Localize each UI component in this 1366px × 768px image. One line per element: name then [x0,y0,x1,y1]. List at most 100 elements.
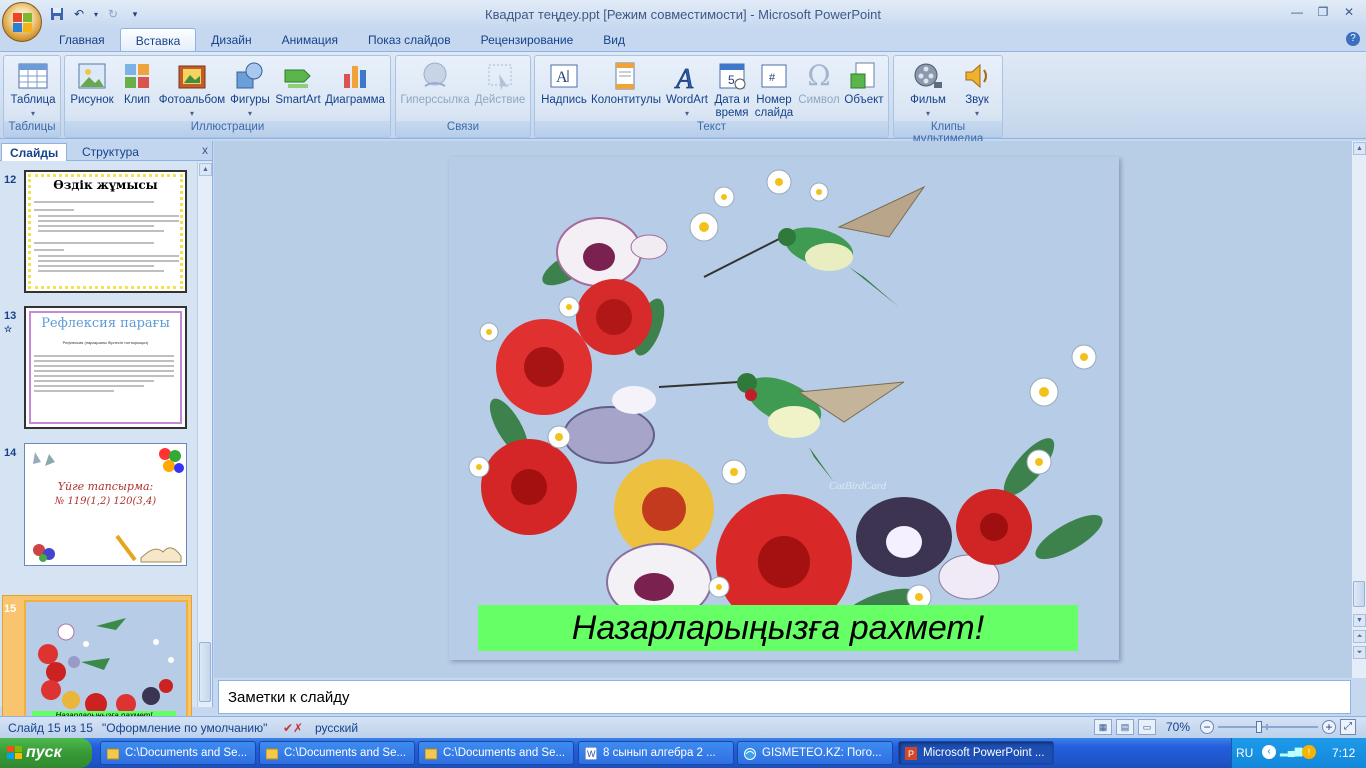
slide-number: 14 [4,447,17,459]
tab-design[interactable]: Дизайн [196,28,266,52]
slide-thumbnail-12[interactable]: Өздік жұмысы [24,170,187,293]
slide-title: Өздік жұмысы [53,178,158,192]
zoom-out-icon[interactable]: − [1200,720,1214,734]
help-icon[interactable]: ? [1346,32,1360,46]
word-doc-icon: W [585,747,597,760]
slide-thumbnail-14[interactable]: Үйге тапсырма: № 119(1,2) 120(3,4) [24,443,187,566]
tab-insert[interactable]: Вставка [119,28,197,52]
book-pencil-icon [115,534,182,563]
calendar-icon: 5 [716,60,748,92]
scroll-up-icon[interactable]: ▲ [1353,142,1366,155]
table-button[interactable]: Таблица ▾ [7,58,59,120]
homework-title: Үйге тапсырма: [57,480,154,493]
object-button[interactable]: Объект [841,58,887,107]
shapes-button[interactable]: Фигуры ▾ [228,58,272,120]
start-button[interactable]: пуск [0,738,92,768]
update-icon[interactable]: ! [1302,745,1316,759]
slide-thumbnail-15[interactable]: Назарларыңызға рахмет! [24,600,188,724]
spellcheck-icon[interactable]: ✔✗ [283,721,303,735]
datetime-button[interactable]: 5 Дата и время [713,58,751,120]
photoalbum-button[interactable]: Фотоальбом ▾ [157,58,227,120]
normal-view-icon[interactable]: ▦ [1093,719,1112,735]
slide-sorter-icon[interactable]: ▤ [1115,719,1134,735]
svg-text:5: 5 [728,73,735,87]
powerpoint-icon: P [905,747,917,760]
tab-review[interactable]: Рецензирование [466,28,589,52]
back-arrow-icon[interactable]: ‹ [1262,745,1276,759]
omega-icon: Ω [807,59,831,92]
movie-button[interactable]: Фильм ▾ [902,58,954,120]
tab-animation[interactable]: Анимация [267,28,353,52]
tab-slides[interactable]: Слайды [1,143,68,161]
taskbar-item-explorer-3[interactable]: C:\Documents and Se... [418,741,574,765]
symbol-button[interactable]: Ω Символ [796,58,842,107]
zoom-slider-thumb[interactable] [1256,721,1262,733]
scrollbar-thumb[interactable] [1353,581,1365,607]
notes-placeholder: Заметки к слайду [228,689,350,706]
tab-outline[interactable]: Структура [74,143,147,161]
slide-title: Рефлексия парағы [41,316,170,331]
slide-number: 12 [4,174,17,186]
taskbar-item-explorer-2[interactable]: C:\Documents and Se... [259,741,415,765]
taskbar-item-powerpoint[interactable]: P Microsoft PowerPoint ... [898,741,1054,765]
textbox-button[interactable]: A Надпись [538,58,590,107]
slideshow-view-icon[interactable]: ▭ [1137,719,1156,735]
browser-icon [744,748,756,760]
scroll-up-icon[interactable]: ▲ [199,163,212,176]
clock: 7:12 [1332,746,1356,760]
flowers-icon [33,544,55,562]
watermark-text: CatBirdCard [829,480,887,492]
slidenumber-icon: # [758,60,790,92]
svg-text:#: # [769,72,776,84]
folder-icon [266,748,278,760]
next-slide-icon[interactable]: ⏷ [1353,646,1366,659]
office-button[interactable] [2,2,42,42]
wordart-button[interactable]: A WordArt ▾ [661,58,713,120]
previous-slide-icon[interactable]: ⏶ [1353,630,1366,643]
headerfooter-icon [609,60,641,92]
tab-home[interactable]: Главная [44,28,120,52]
close-window-button[interactable]: ✕ [1336,2,1362,22]
system-tray: RU ‹ ▂▄▆ ! 7:12 [1231,738,1366,768]
zoom-in-icon[interactable]: + [1322,720,1336,734]
close-panel-icon[interactable]: x [202,143,208,157]
picture-button[interactable]: Рисунок [67,58,117,107]
hyperlink-button[interactable]: Гиперссылка [399,58,471,107]
zoom-slider[interactable] [1218,720,1318,734]
tab-slideshow[interactable]: Показ слайдов [353,28,466,52]
smartart-button[interactable]: SmartArt [273,58,323,107]
taskbar-item-word[interactable]: W 8 сынып алгебра 2 ... [578,741,734,765]
notes-pane[interactable]: Заметки к слайду [218,680,1351,714]
thanks-caption[interactable]: Назарларыңызға рахмет! [478,605,1078,651]
taskbar-item-browser[interactable]: GISMETEO.KZ: Пого... [737,741,893,765]
group-label: Клипы мультимедиа [894,121,1002,145]
main-vertical-scrollbar[interactable]: ▲ ▼ ⏶ ⏷ [1351,141,1366,678]
fit-to-window-icon[interactable]: ⤢ [1340,719,1356,735]
panel-tabs: Слайды Структура x [0,141,212,161]
signal-icon[interactable]: ▂▄▆ [1280,746,1302,757]
group-illustrations: Рисунок Клип Фотоальбом ▾ Фигуры ▾ Smart… [64,55,391,138]
scroll-down-icon[interactable]: ▼ [1353,614,1366,627]
input-language[interactable]: RU [1236,746,1253,760]
chart-button[interactable]: Диаграмма [323,58,387,107]
language-indicator[interactable]: русский [315,721,358,735]
slide-thumbnail-13[interactable]: Рефлексия парағы Рефлексия (парақшаны бі… [24,306,187,429]
title-bar: ↶ ▾ ↻ ▾ Квадрат теңдеу.ppt [Режим совмес… [0,0,1366,28]
clip-button[interactable]: Клип [119,58,155,107]
group-tables: Таблица ▾ Таблицы [3,55,61,138]
headerfooter-button[interactable]: Колонтитулы [591,58,661,107]
current-slide[interactable]: CatBirdCard Назарларыңызға рахмет! [449,157,1119,660]
slides-panel-scrollbar[interactable]: ▲ [197,162,212,707]
scrollbar-thumb[interactable] [199,642,211,702]
action-button[interactable]: Действие [472,58,528,107]
taskbar-item-explorer-1[interactable]: C:\Documents and Se... [100,741,256,765]
slidenumber-button[interactable]: # Номер слайда [752,58,796,120]
tab-view[interactable]: Вид [588,28,640,52]
sound-button[interactable]: Звук ▾ [954,58,1000,120]
maximize-button[interactable]: ❐ [1310,2,1336,22]
group-label: Таблицы [4,121,60,137]
theme-name[interactable]: "Оформление по умолчанию" [102,721,267,735]
minimize-button[interactable]: — [1284,2,1310,22]
flowers-hummingbirds-thumbnail [38,618,174,715]
zoom-level[interactable]: 70% [1166,720,1190,734]
